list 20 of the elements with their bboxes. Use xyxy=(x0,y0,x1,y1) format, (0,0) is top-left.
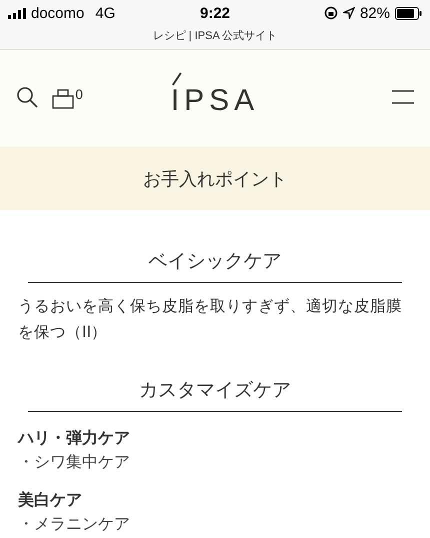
banner-title: お手入れポイント xyxy=(143,168,287,190)
carrier-name: docomo xyxy=(31,4,84,22)
brand-logo[interactable]: IPSA xyxy=(170,72,260,116)
network-type: 4G xyxy=(95,4,116,22)
care-title: 美白ケア xyxy=(18,489,83,511)
location-arrow-icon xyxy=(342,7,355,19)
care-point: ・メラニンケア xyxy=(18,513,131,535)
battery-percent: 82% xyxy=(360,4,390,22)
rotation-lock-icon xyxy=(324,6,338,20)
care-title: ハリ・弾力ケア xyxy=(18,427,131,449)
section-heading: ベイシックケア xyxy=(148,249,282,274)
care-point: ・シワ集中ケア xyxy=(18,451,131,473)
cart-button[interactable]: 0 xyxy=(52,88,84,108)
clock-time: 9:22 xyxy=(200,4,230,22)
signal-icon xyxy=(8,8,26,18)
battery-icon xyxy=(395,6,422,20)
description-text: うるおいを高く保ち皮脂を取りすぎず、適切な皮脂膜を保つ（II） xyxy=(18,296,403,343)
section-heading: カスタマイズケア xyxy=(139,378,291,403)
menu-button[interactable] xyxy=(392,90,414,107)
page-title: レシピ | IPSA 公式サイト xyxy=(152,29,278,43)
